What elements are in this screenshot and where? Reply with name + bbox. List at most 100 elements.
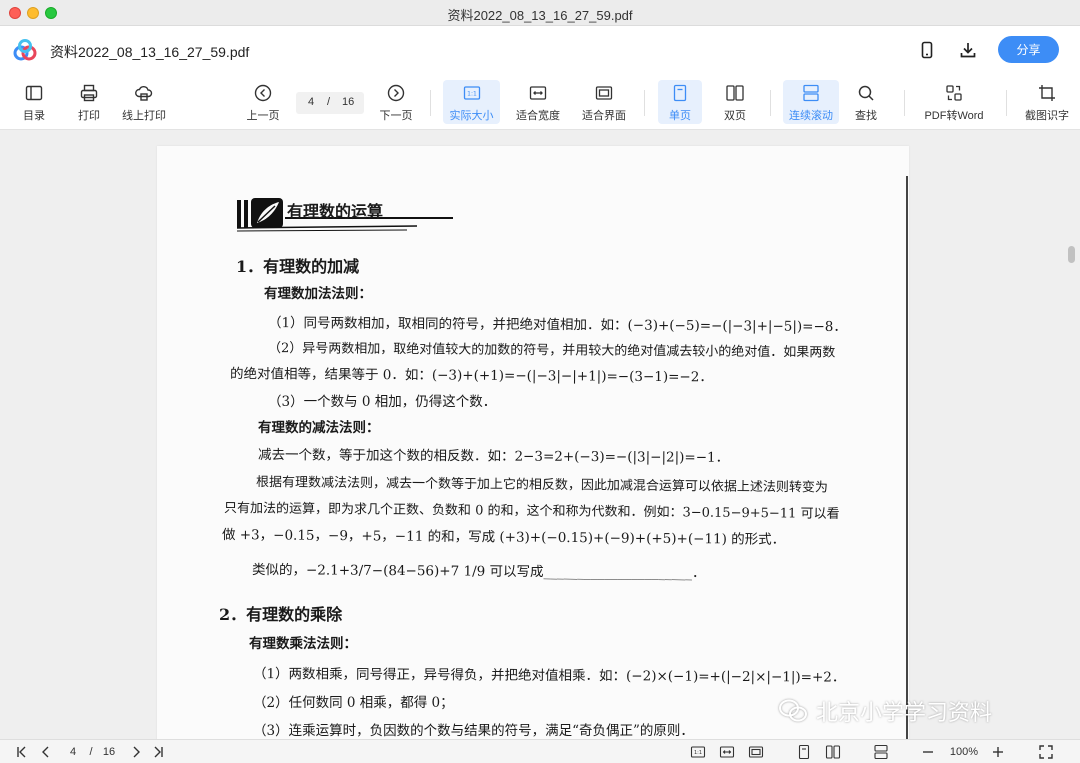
minus-icon <box>923 751 933 753</box>
text-line: （1）两数相乘，同号得正，异号得负，并把绝对值相乘．如：(−2)×(−1)=+(… <box>252 666 846 686</box>
page-number-input[interactable]: 4 / 16 <box>296 92 364 114</box>
zoom-out-button[interactable] <box>920 744 936 760</box>
search-button[interactable]: 查找 <box>846 80 886 124</box>
fit-width-label: 适合宽度 <box>516 110 560 122</box>
text-line: 的绝对值相等，结果等于 0．如：(−3)+(+1)=−(|−3|−|+1|)=−… <box>229 366 713 386</box>
contents-button[interactable]: 目录 <box>14 80 54 124</box>
status-continuous-scroll-button[interactable] <box>873 744 889 760</box>
single-page-icon <box>673 84 687 102</box>
prev-page-button[interactable]: 上一页 <box>243 80 283 124</box>
print-button[interactable]: 打印 <box>69 80 109 124</box>
prev-page-small-button[interactable] <box>38 744 54 760</box>
status-current-page[interactable]: 4 <box>66 744 80 760</box>
fit-width-button[interactable]: 适合宽度 <box>512 80 564 124</box>
status-page-separator: / <box>89 746 93 758</box>
chevron-left-circle-icon <box>254 84 272 102</box>
text-line: 只有加法的运算，即为求几个正数、负数和 0 的和，这个和称为代数和．例如：3−0… <box>223 501 840 522</box>
status-bar: 4 / 16 1:1 100% <box>0 739 1080 763</box>
section-heading: 2．有理数的乘除 <box>219 605 343 624</box>
pdf-to-word-label: PDF转Word <box>924 110 984 122</box>
online-print-button[interactable]: 线上打印 <box>119 80 169 124</box>
text-line: （3）一个数与 0 相加，仍得这个数． <box>268 394 497 410</box>
title-bar: 资料2022_08_13_16_27_59.pdf <box>0 0 1080 26</box>
status-double-page-button[interactable] <box>825 744 841 760</box>
app-header: 资料2022_08_13_16_27_59.pdf 分享 <box>0 26 1080 74</box>
crop-icon <box>1039 85 1055 101</box>
document-viewer[interactable]: 有理数的运算 1．有理数的加减 有理数加法法则： （1）同号两数相加，取相同的符… <box>0 131 1080 739</box>
chevron-left-icon <box>42 746 49 758</box>
actual-size-button[interactable]: 1:1 实际大小 <box>443 80 500 124</box>
current-page-value: 4 <box>308 96 315 108</box>
single-page-label: 单页 <box>669 110 691 122</box>
page-scan-edge <box>906 176 908 739</box>
status-fit-screen-button[interactable] <box>748 744 764 760</box>
toolbar-divider <box>644 90 645 116</box>
fullscreen-button[interactable] <box>1038 744 1054 760</box>
plus-icon <box>993 747 1003 757</box>
fit-width-icon <box>719 746 735 758</box>
app-logo-icon <box>13 39 37 61</box>
zoom-in-button[interactable] <box>990 744 1006 760</box>
next-page-small-button[interactable] <box>128 744 144 760</box>
double-page-icon <box>825 745 841 759</box>
status-single-page-button[interactable] <box>796 744 812 760</box>
toolbar-divider <box>904 90 905 116</box>
online-print-label: 线上打印 <box>122 110 166 122</box>
window-title: 资料2022_08_13_16_27_59.pdf <box>447 8 633 23</box>
fit-screen-button[interactable]: 适合界面 <box>578 80 630 124</box>
single-page-button[interactable]: 单页 <box>658 80 702 124</box>
pdf-page: 有理数的运算 1．有理数的加减 有理数加法法则： （1）同号两数相加，取相同的符… <box>157 146 909 739</box>
cloud-print-icon <box>135 86 153 101</box>
text-line: （2）任何数同 0 相乘，都得 0； <box>253 695 454 711</box>
fit-width-icon <box>529 86 547 100</box>
toolbar: 目录 打印 线上打印 上一页 4 / 16 下一页 1:1 实际大小 适合宽度 … <box>0 74 1080 130</box>
screenshot-ocr-button[interactable]: 截图识字 <box>1019 80 1075 124</box>
vertical-scrollbar[interactable] <box>1068 246 1075 263</box>
status-total-pages: 16 <box>102 746 116 758</box>
continuous-scroll-label: 连续滚动 <box>789 110 833 122</box>
last-page-button[interactable] <box>150 744 166 760</box>
share-button[interactable]: 分享 <box>998 36 1059 63</box>
contents-icon <box>25 85 43 101</box>
actual-size-icon: 1:1 <box>690 746 706 758</box>
next-page-label: 下一页 <box>379 110 413 122</box>
document-title: 有理数的运算 <box>287 202 384 221</box>
first-page-button[interactable] <box>14 744 30 760</box>
fit-screen-icon <box>595 86 613 100</box>
screenshot-ocr-label: 截图识字 <box>1025 110 1069 122</box>
text-line: （3）连乘运算时，负因数的个数与结果的符号，满足“奇负偶正”的原则． <box>253 723 694 739</box>
search-icon <box>858 85 874 101</box>
rule-heading: 有理数加法法则： <box>264 286 372 302</box>
mobile-icon[interactable] <box>915 38 939 62</box>
print-label: 打印 <box>78 110 100 122</box>
zoom-level[interactable]: 100% <box>944 744 984 760</box>
text-line: 减去一个数，等于加这个数的相反数．如：2−3=2+(−3)=−(|3|−|2|)… <box>257 447 730 466</box>
toolbar-divider <box>1006 90 1007 116</box>
next-page-button[interactable]: 下一页 <box>376 80 416 124</box>
fullscreen-icon <box>1039 745 1053 759</box>
text-line: 类似的，−2.1+3/7−(84−56)+7 1/9 可以写成_________… <box>251 562 706 582</box>
status-actual-size-button[interactable]: 1:1 <box>690 744 706 760</box>
actual-size-icon: 1:1 <box>463 86 480 100</box>
printer-icon <box>80 84 98 102</box>
double-page-button[interactable]: 双页 <box>714 80 756 124</box>
actual-size-label: 实际大小 <box>449 110 494 122</box>
watermark-text: 北京小学学习资料 <box>816 700 993 725</box>
pdf-to-word-button[interactable]: PDF转Word <box>920 80 988 124</box>
file-name: 资料2022_08_13_16_27_59.pdf <box>50 44 250 60</box>
rule-heading: 有理数乘法法则： <box>249 636 357 652</box>
convert-icon <box>946 85 962 101</box>
section-heading: 1．有理数的加减 <box>236 257 360 276</box>
double-page-icon <box>726 85 744 101</box>
text-line: （1）同号两数相加，取相同的符号，并把绝对值相加．如：(−3)+(−5)=−(|… <box>267 315 847 336</box>
wechat-icon <box>779 699 807 722</box>
svg-text:1:1: 1:1 <box>467 91 477 98</box>
toolbar-divider <box>430 90 431 116</box>
text-line: （2）异号两数相加，取绝对值较大的加数的符号，并用较大的绝对值减去较小的绝对值．… <box>267 341 836 361</box>
contents-label: 目录 <box>23 110 45 122</box>
status-fit-width-button[interactable] <box>719 744 735 760</box>
double-page-label: 双页 <box>724 110 746 122</box>
first-page-icon <box>17 746 26 758</box>
download-icon[interactable] <box>956 38 980 62</box>
continuous-scroll-button[interactable]: 连续滚动 <box>783 80 839 124</box>
